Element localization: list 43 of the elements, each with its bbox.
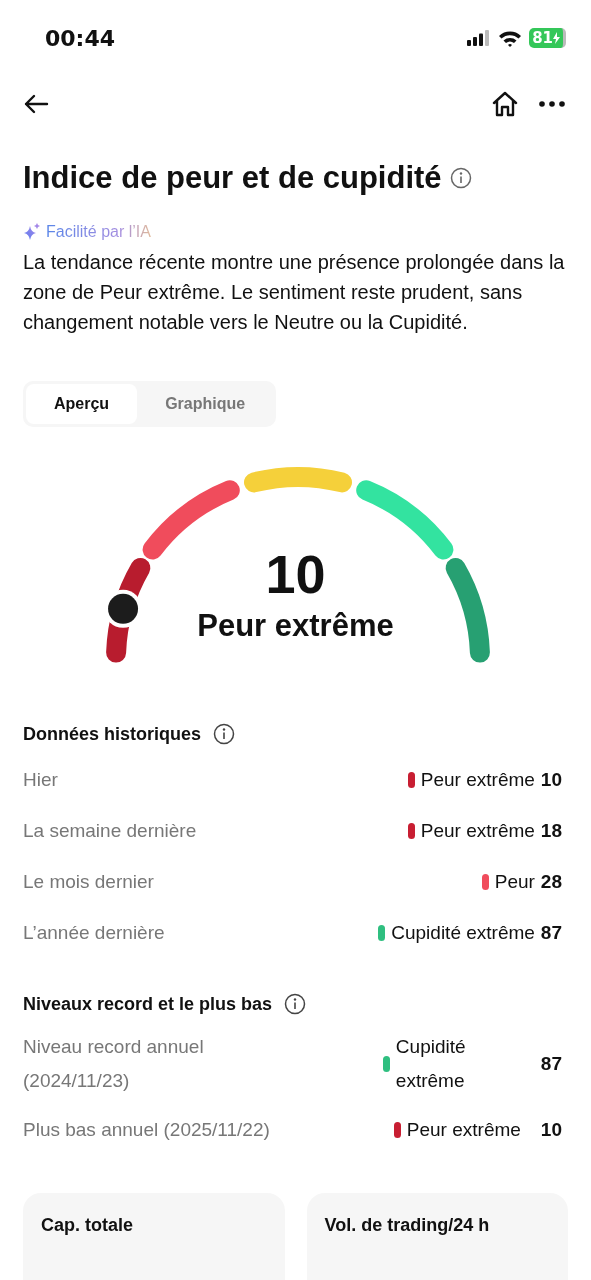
stat-card[interactable]: Vol. de trading/24 h <box>306 1193 568 1280</box>
gauge-pointer <box>108 593 139 624</box>
index-value: 87 <box>540 1053 562 1075</box>
index-value: 18 <box>540 819 562 842</box>
row-label: Niveau record annuel (2024/11/23) <box>23 1035 205 1093</box>
gauge-label: Peur extrême <box>197 607 394 645</box>
row-label: La semaine dernière <box>23 819 197 842</box>
tab[interactable]: Aperçu <box>26 384 138 424</box>
gauge-value: 10 <box>265 544 326 604</box>
status-text: Peur extrême <box>406 1117 521 1142</box>
row-label: Le mois dernier <box>23 870 154 893</box>
ai-label: Facilité par l’IA <box>46 223 151 241</box>
sparkle-icon <box>23 223 41 241</box>
more-icon[interactable] <box>539 101 565 107</box>
battery-icon: 81 <box>529 28 566 48</box>
row-label: Hier <box>23 768 58 791</box>
status-text: Peur extrême <box>420 768 535 791</box>
card-title: Vol. de trading/24 h <box>324 1215 490 1235</box>
tab[interactable]: Graphique <box>137 384 274 424</box>
signal-icon <box>467 30 492 46</box>
home-icon[interactable] <box>491 90 519 118</box>
status-time: 00:44 <box>45 25 116 51</box>
section-title: Données historiques <box>23 723 202 745</box>
row-label: Plus bas annuel (2025/11/22) <box>23 1117 270 1142</box>
index-value: 87 <box>540 921 562 944</box>
card-title: Cap. totale <box>41 1215 133 1235</box>
back-arrow-icon[interactable] <box>23 94 49 114</box>
row-label: L’année dernière <box>23 921 165 944</box>
stat-card[interactable]: Cap. totale <box>23 1193 285 1280</box>
summary-text: La tendance récente montre une présence prolongée dans la zone de Peur extrême. Le sentiment reste prudent, sans changement notable vers le Neutre ou la Cupidité. <box>23 250 566 335</box>
section-title: Niveaux record et le plus bas <box>23 993 273 1015</box>
status-text: Cupidité extrême <box>395 1035 467 1093</box>
index-value: 10 <box>540 768 562 791</box>
index-value: 28 <box>540 870 562 893</box>
info-icon[interactable] <box>213 723 236 745</box>
status-text: Cupidité extrême <box>391 921 535 944</box>
status-text: Peur extrême <box>420 819 535 842</box>
wifi-icon <box>498 29 523 47</box>
page-title: Indice de peur et de cupidité <box>23 160 442 196</box>
info-icon[interactable] <box>449 167 472 189</box>
index-value: 10 <box>540 1118 562 1141</box>
info-icon[interactable] <box>284 993 307 1015</box>
status-text: Peur <box>494 870 535 893</box>
